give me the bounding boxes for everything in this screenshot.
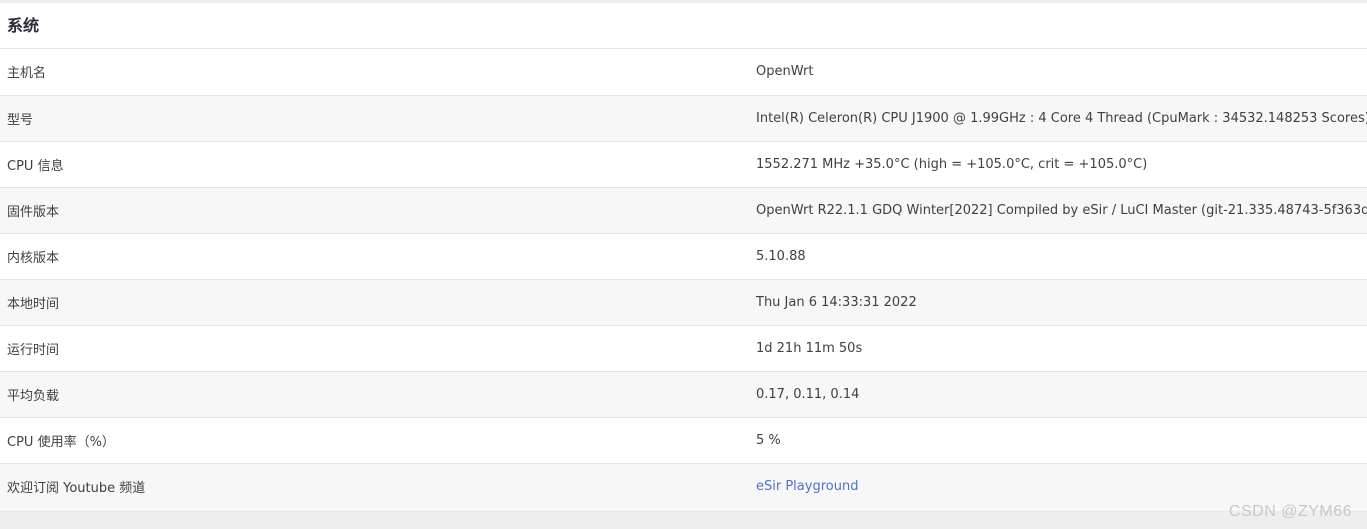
- hostname-value: OpenWrt: [756, 49, 1367, 96]
- table-row: 型号 Intel(R) Celeron(R) CPU J1900 @ 1.99G…: [0, 95, 1367, 142]
- watermark: CSDN @ZYM66: [1228, 503, 1352, 520]
- table-row: 平均负载 0.17, 0.11, 0.14: [0, 371, 1367, 418]
- system-info-panel: 系统 主机名 OpenWrt 型号 Intel(R) Celeron(R) CP…: [0, 3, 1367, 510]
- firmware-version-label: 固件版本: [0, 187, 756, 234]
- system-info-table: 主机名 OpenWrt 型号 Intel(R) Celeron(R) CPU J…: [0, 49, 1367, 509]
- uptime-label: 运行时间: [0, 325, 756, 372]
- table-row: 主机名 OpenWrt: [0, 49, 1367, 96]
- table-row: 本地时间 Thu Jan 6 14:33:31 2022: [0, 279, 1367, 326]
- youtube-channel-label: 欢迎订阅 Youtube 频道: [7, 480, 146, 496]
- table-row: 运行时间 1d 21h 11m 50s: [0, 325, 1367, 372]
- youtube-channel-link[interactable]: eSir Playground: [756, 479, 858, 494]
- cpu-info-value: 1552.271 MHz +35.0°C (high = +105.0°C, c…: [756, 141, 1367, 188]
- load-average-value: 0.17, 0.11, 0.14: [756, 371, 1367, 418]
- table-row: 固件版本 OpenWrt R22.1.1 GDQ Winter[2022] Co…: [0, 187, 1367, 234]
- table-row: CPU 使用率（%） 5 %: [0, 417, 1367, 464]
- local-time-label: 本地时间: [0, 279, 756, 326]
- table-row: CPU 信息 1552.271 MHz +35.0°C (high = +105…: [0, 141, 1367, 188]
- section-title: 系统: [0, 3, 1367, 49]
- cpu-usage-value: 5 %: [756, 417, 1367, 464]
- table-row: 欢迎订阅 Youtube 频道 eSir Playground: [0, 463, 1367, 509]
- cpu-usage-label: CPU 使用率（%）: [0, 417, 756, 464]
- load-average-label: 平均负载: [0, 371, 756, 418]
- kernel-version-value: 5.10.88: [756, 233, 1367, 280]
- model-label: 型号: [0, 95, 756, 142]
- model-value: Intel(R) Celeron(R) CPU J1900 @ 1.99GHz …: [756, 95, 1367, 142]
- uptime-value: 1d 21h 11m 50s: [756, 325, 1367, 372]
- local-time-value: Thu Jan 6 14:33:31 2022: [756, 279, 1367, 326]
- cpu-info-label: CPU 信息: [0, 141, 756, 188]
- firmware-version-value: OpenWrt R22.1.1 GDQ Winter[2022] Compile…: [756, 187, 1367, 234]
- table-row: 内核版本 5.10.88: [0, 233, 1367, 280]
- hostname-label: 主机名: [0, 49, 756, 96]
- kernel-version-label: 内核版本: [0, 233, 756, 280]
